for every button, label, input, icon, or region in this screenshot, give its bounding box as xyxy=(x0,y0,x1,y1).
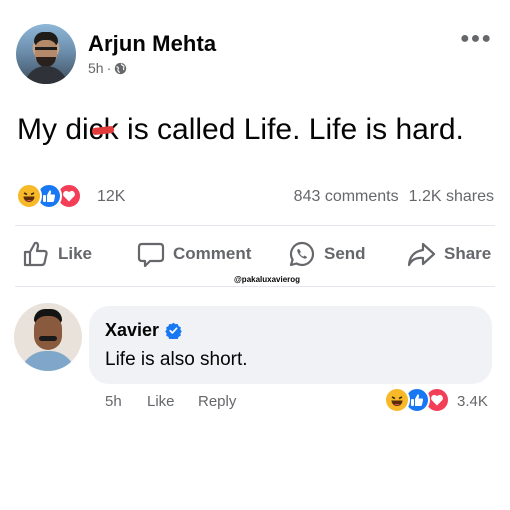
verified-badge-icon xyxy=(165,322,182,339)
post-text: My dick is called Life. Life is hard. xyxy=(17,113,464,147)
thumbs-up-icon xyxy=(23,241,48,267)
divider xyxy=(15,225,495,226)
engagement-counts: 843 comments 1.2K shares xyxy=(294,188,494,206)
censored-word: ick xyxy=(82,113,119,147)
shares-count[interactable]: 1.2K shares xyxy=(409,188,494,206)
post-reactions[interactable] xyxy=(16,183,82,209)
comment-reply-button[interactable]: Reply xyxy=(198,393,236,410)
comment-label: Comment xyxy=(173,244,252,263)
share-label: Share xyxy=(444,244,492,263)
comments-count[interactable]: 843 comments xyxy=(294,188,399,206)
share-button[interactable]: Share xyxy=(406,240,491,268)
post-time[interactable]: 5h xyxy=(88,60,104,76)
divider xyxy=(15,286,495,287)
globe-icon xyxy=(115,62,127,74)
comment-bubble xyxy=(89,306,492,384)
comment-button[interactable]: Comment xyxy=(137,240,251,268)
send-button[interactable]: Send xyxy=(288,240,366,268)
meta-separator: · xyxy=(106,60,112,76)
post-text-start: My d xyxy=(17,113,83,146)
comment-reaction-count[interactable]: 3.4K xyxy=(457,393,488,410)
haha-icon xyxy=(16,183,42,209)
haha-icon xyxy=(384,387,410,413)
whatsapp-icon xyxy=(289,241,315,267)
commenter-avatar[interactable] xyxy=(14,303,82,371)
watermark: @pakaluxavierog xyxy=(234,275,301,284)
speech-bubble-icon xyxy=(137,242,165,268)
like-label: Like xyxy=(58,244,93,263)
send-label: Send xyxy=(324,244,366,263)
commenter-name-row: Xavier xyxy=(105,320,182,341)
more-options-icon[interactable]: ●●● xyxy=(460,31,492,47)
comment-text: Life is also short. xyxy=(105,349,248,370)
like-button[interactable]: Like xyxy=(22,240,92,268)
share-arrow-icon xyxy=(407,242,436,267)
commenter-name[interactable]: Xavier xyxy=(105,320,159,341)
post-text-end: is called Life. Life is hard. xyxy=(118,113,464,146)
author-avatar[interactable] xyxy=(16,24,76,84)
post-meta: 5h · xyxy=(88,60,127,76)
comment-reactions[interactable] xyxy=(384,387,450,413)
comment-time[interactable]: 5h xyxy=(105,393,122,410)
comment-like-button[interactable]: Like xyxy=(147,393,175,410)
reaction-count[interactable]: 12K xyxy=(97,188,125,206)
author-name[interactable]: Arjun Mehta xyxy=(88,31,216,57)
